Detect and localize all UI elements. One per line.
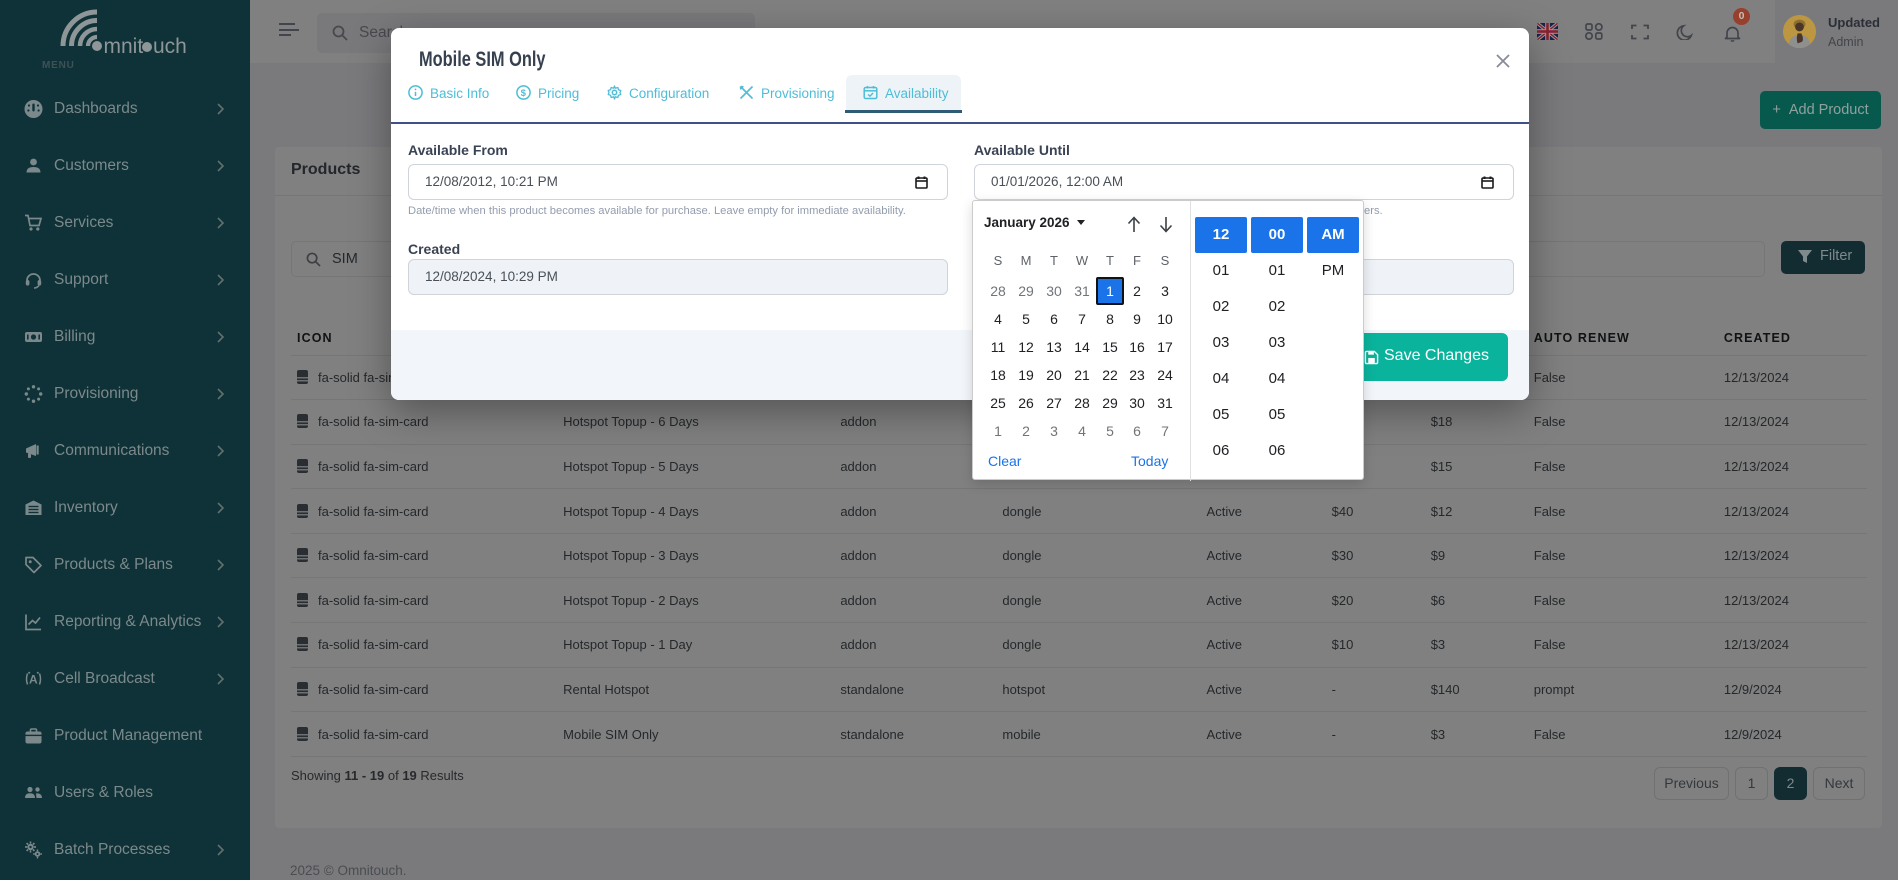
svg-text:A: A [29, 673, 38, 687]
svg-text:$: $ [521, 88, 527, 99]
svg-text:uch: uch [153, 35, 187, 58]
svg-text:mnit: mnit [104, 35, 144, 58]
